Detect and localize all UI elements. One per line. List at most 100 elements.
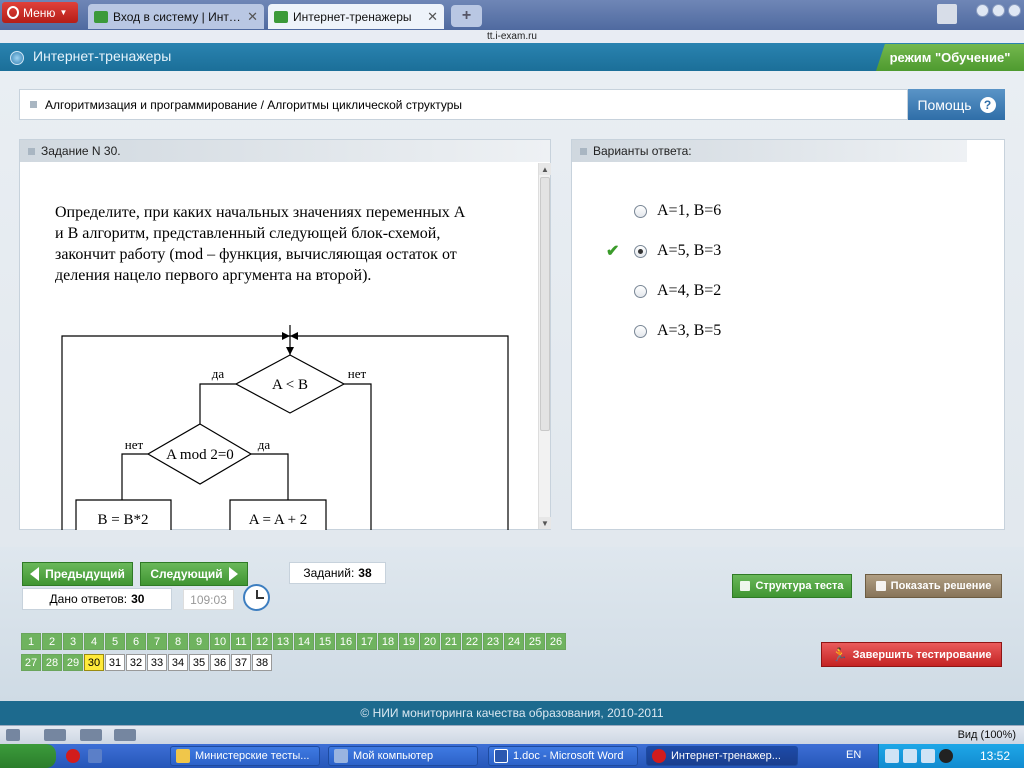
taskbar-label: Министерские тесты... (195, 750, 310, 762)
question-number-button[interactable]: 8 (168, 633, 188, 650)
close-icon[interactable]: ✕ (427, 9, 438, 25)
question-number-button[interactable]: 37 (231, 654, 251, 671)
url-bar[interactable]: tt.i-exam.ru (0, 30, 1024, 43)
question-number-button[interactable]: 14 (294, 633, 314, 650)
scroll-down-icon[interactable]: ▼ (539, 517, 551, 529)
scroll-thumb[interactable] (540, 177, 550, 431)
question-number-button[interactable]: 36 (210, 654, 230, 671)
question-number-button[interactable]: 32 (126, 654, 146, 671)
question-number-button[interactable]: 21 (441, 633, 461, 650)
new-tab-button[interactable]: + (451, 5, 482, 27)
arrow-right-icon (228, 567, 238, 581)
scrollbar[interactable]: ▲ ▼ (538, 163, 551, 529)
close-window-button[interactable] (1008, 4, 1021, 17)
question-number-button[interactable]: 1 (21, 633, 41, 650)
question-number-button[interactable]: 12 (252, 633, 272, 650)
question-number-button[interactable]: 10 (210, 633, 230, 650)
language-indicator[interactable]: EN (846, 749, 861, 761)
tray-icon[interactable] (885, 749, 899, 763)
question-number-button[interactable]: 34 (168, 654, 188, 671)
taskbar-item[interactable]: Министерские тесты... (170, 746, 320, 766)
question-number-button[interactable]: 25 (525, 633, 545, 650)
scroll-up-icon[interactable]: ▲ (539, 163, 551, 175)
question-number-button[interactable]: 30 (84, 654, 104, 671)
question-number-button[interactable]: 19 (399, 633, 419, 650)
question-number-button[interactable]: 18 (378, 633, 398, 650)
condition-1: A < B (272, 377, 308, 393)
question-number-button[interactable]: 33 (147, 654, 167, 671)
answer-option[interactable]: A=3, B=5 (634, 322, 721, 340)
bullet-icon (580, 147, 587, 155)
question-number-button[interactable]: 23 (483, 633, 503, 650)
show-solution-button[interactable]: Показать решение (865, 574, 1002, 598)
media-icon[interactable] (939, 749, 953, 763)
radio-button[interactable] (634, 324, 647, 338)
mode-badge: режим "Обучение" (876, 44, 1024, 71)
quicklaunch-icon[interactable] (88, 749, 102, 763)
breadcrumb: Алгоритмизация и программирование / Алго… (19, 89, 908, 120)
question-number-button[interactable]: 17 (357, 633, 377, 650)
unite-icon[interactable] (114, 729, 136, 741)
question-number-button[interactable]: 31 (105, 654, 125, 671)
finish-test-button[interactable]: 🏃 Завершить тестирование (821, 642, 1002, 667)
question-number-button[interactable]: 29 (63, 654, 83, 671)
question-number-button[interactable]: 11 (231, 633, 251, 650)
prev-button[interactable]: Предыдущий (22, 562, 133, 586)
question-number-button[interactable]: 5 (105, 633, 125, 650)
question-number-button[interactable]: 35 (189, 654, 209, 671)
total-tasks: Заданий: 38 (289, 562, 386, 584)
answer-option[interactable]: A=1, B=6 (634, 202, 721, 220)
question-number-button[interactable]: 9 (189, 633, 209, 650)
turbo-icon[interactable] (80, 729, 102, 741)
trash-icon[interactable] (937, 4, 957, 24)
question-number-button[interactable]: 3 (63, 633, 83, 650)
question-number-button[interactable]: 26 (546, 633, 566, 650)
question-number-button[interactable]: 28 (42, 654, 62, 671)
question-number-button[interactable]: 7 (147, 633, 167, 650)
radio-button-selected[interactable] (634, 244, 647, 258)
radio-button[interactable] (634, 204, 647, 218)
question-number-button[interactable]: 16 (336, 633, 356, 650)
bullet-icon (28, 147, 35, 155)
question-number-button[interactable]: 20 (420, 633, 440, 650)
network-icon[interactable] (903, 749, 917, 763)
volume-icon[interactable] (921, 749, 935, 763)
restore-button[interactable] (992, 4, 1005, 17)
close-icon[interactable]: ✕ (247, 9, 258, 25)
tab-trainers[interactable]: Интернет-тренажеры ✕ (268, 4, 444, 29)
opera-menu-button[interactable]: Меню ▼ (2, 2, 78, 23)
taskbar-item-active[interactable]: Интернет-тренажер... (646, 746, 798, 766)
question-number-button[interactable]: 24 (504, 633, 524, 650)
app-title: Интернет-тренажеры (33, 48, 172, 64)
taskbar-item[interactable]: 1.doc - Microsoft Word (488, 746, 638, 766)
question-number-button[interactable]: 15 (315, 633, 335, 650)
answered-count: Дано ответов: 30 (22, 588, 172, 610)
question-number-button[interactable]: 2 (42, 633, 62, 650)
zoom-level[interactable]: Вид (100%) (958, 729, 1016, 741)
question-number-button[interactable]: 4 (84, 633, 104, 650)
question-number-button[interactable]: 27 (21, 654, 41, 671)
tab-login[interactable]: Вход в систему | Интер... ✕ (88, 4, 264, 29)
structure-button[interactable]: Структура теста (732, 574, 852, 598)
question-number-button[interactable]: 38 (252, 654, 272, 671)
reload-icon[interactable] (44, 729, 66, 741)
clock-time[interactable]: 13:52 (980, 749, 1010, 763)
taskbar-item[interactable]: Мой компьютер (328, 746, 478, 766)
opera-quicklaunch-icon[interactable] (66, 749, 80, 763)
answer-option[interactable]: A=5, B=3 (634, 242, 721, 260)
task-panel: Задание N 30. Определите, при каких нача… (19, 139, 551, 530)
question-number-button[interactable]: 22 (462, 633, 482, 650)
minimize-button[interactable] (976, 4, 989, 17)
question-number-button[interactable]: 13 (273, 633, 293, 650)
list-icon (740, 581, 751, 591)
finish-label: Завершить тестирование (852, 648, 992, 661)
answered-value: 30 (131, 592, 145, 606)
start-button[interactable] (0, 744, 56, 768)
question-number-button[interactable]: 6 (126, 633, 146, 650)
help-button[interactable]: Помощь ? (908, 89, 1005, 120)
panel-toggle-icon[interactable] (6, 729, 20, 741)
radio-button[interactable] (634, 284, 647, 298)
next-button[interactable]: Следующий (140, 562, 248, 586)
answer-option[interactable]: A=4, B=2 (634, 282, 721, 300)
answered-label: Дано ответов: (49, 592, 128, 606)
